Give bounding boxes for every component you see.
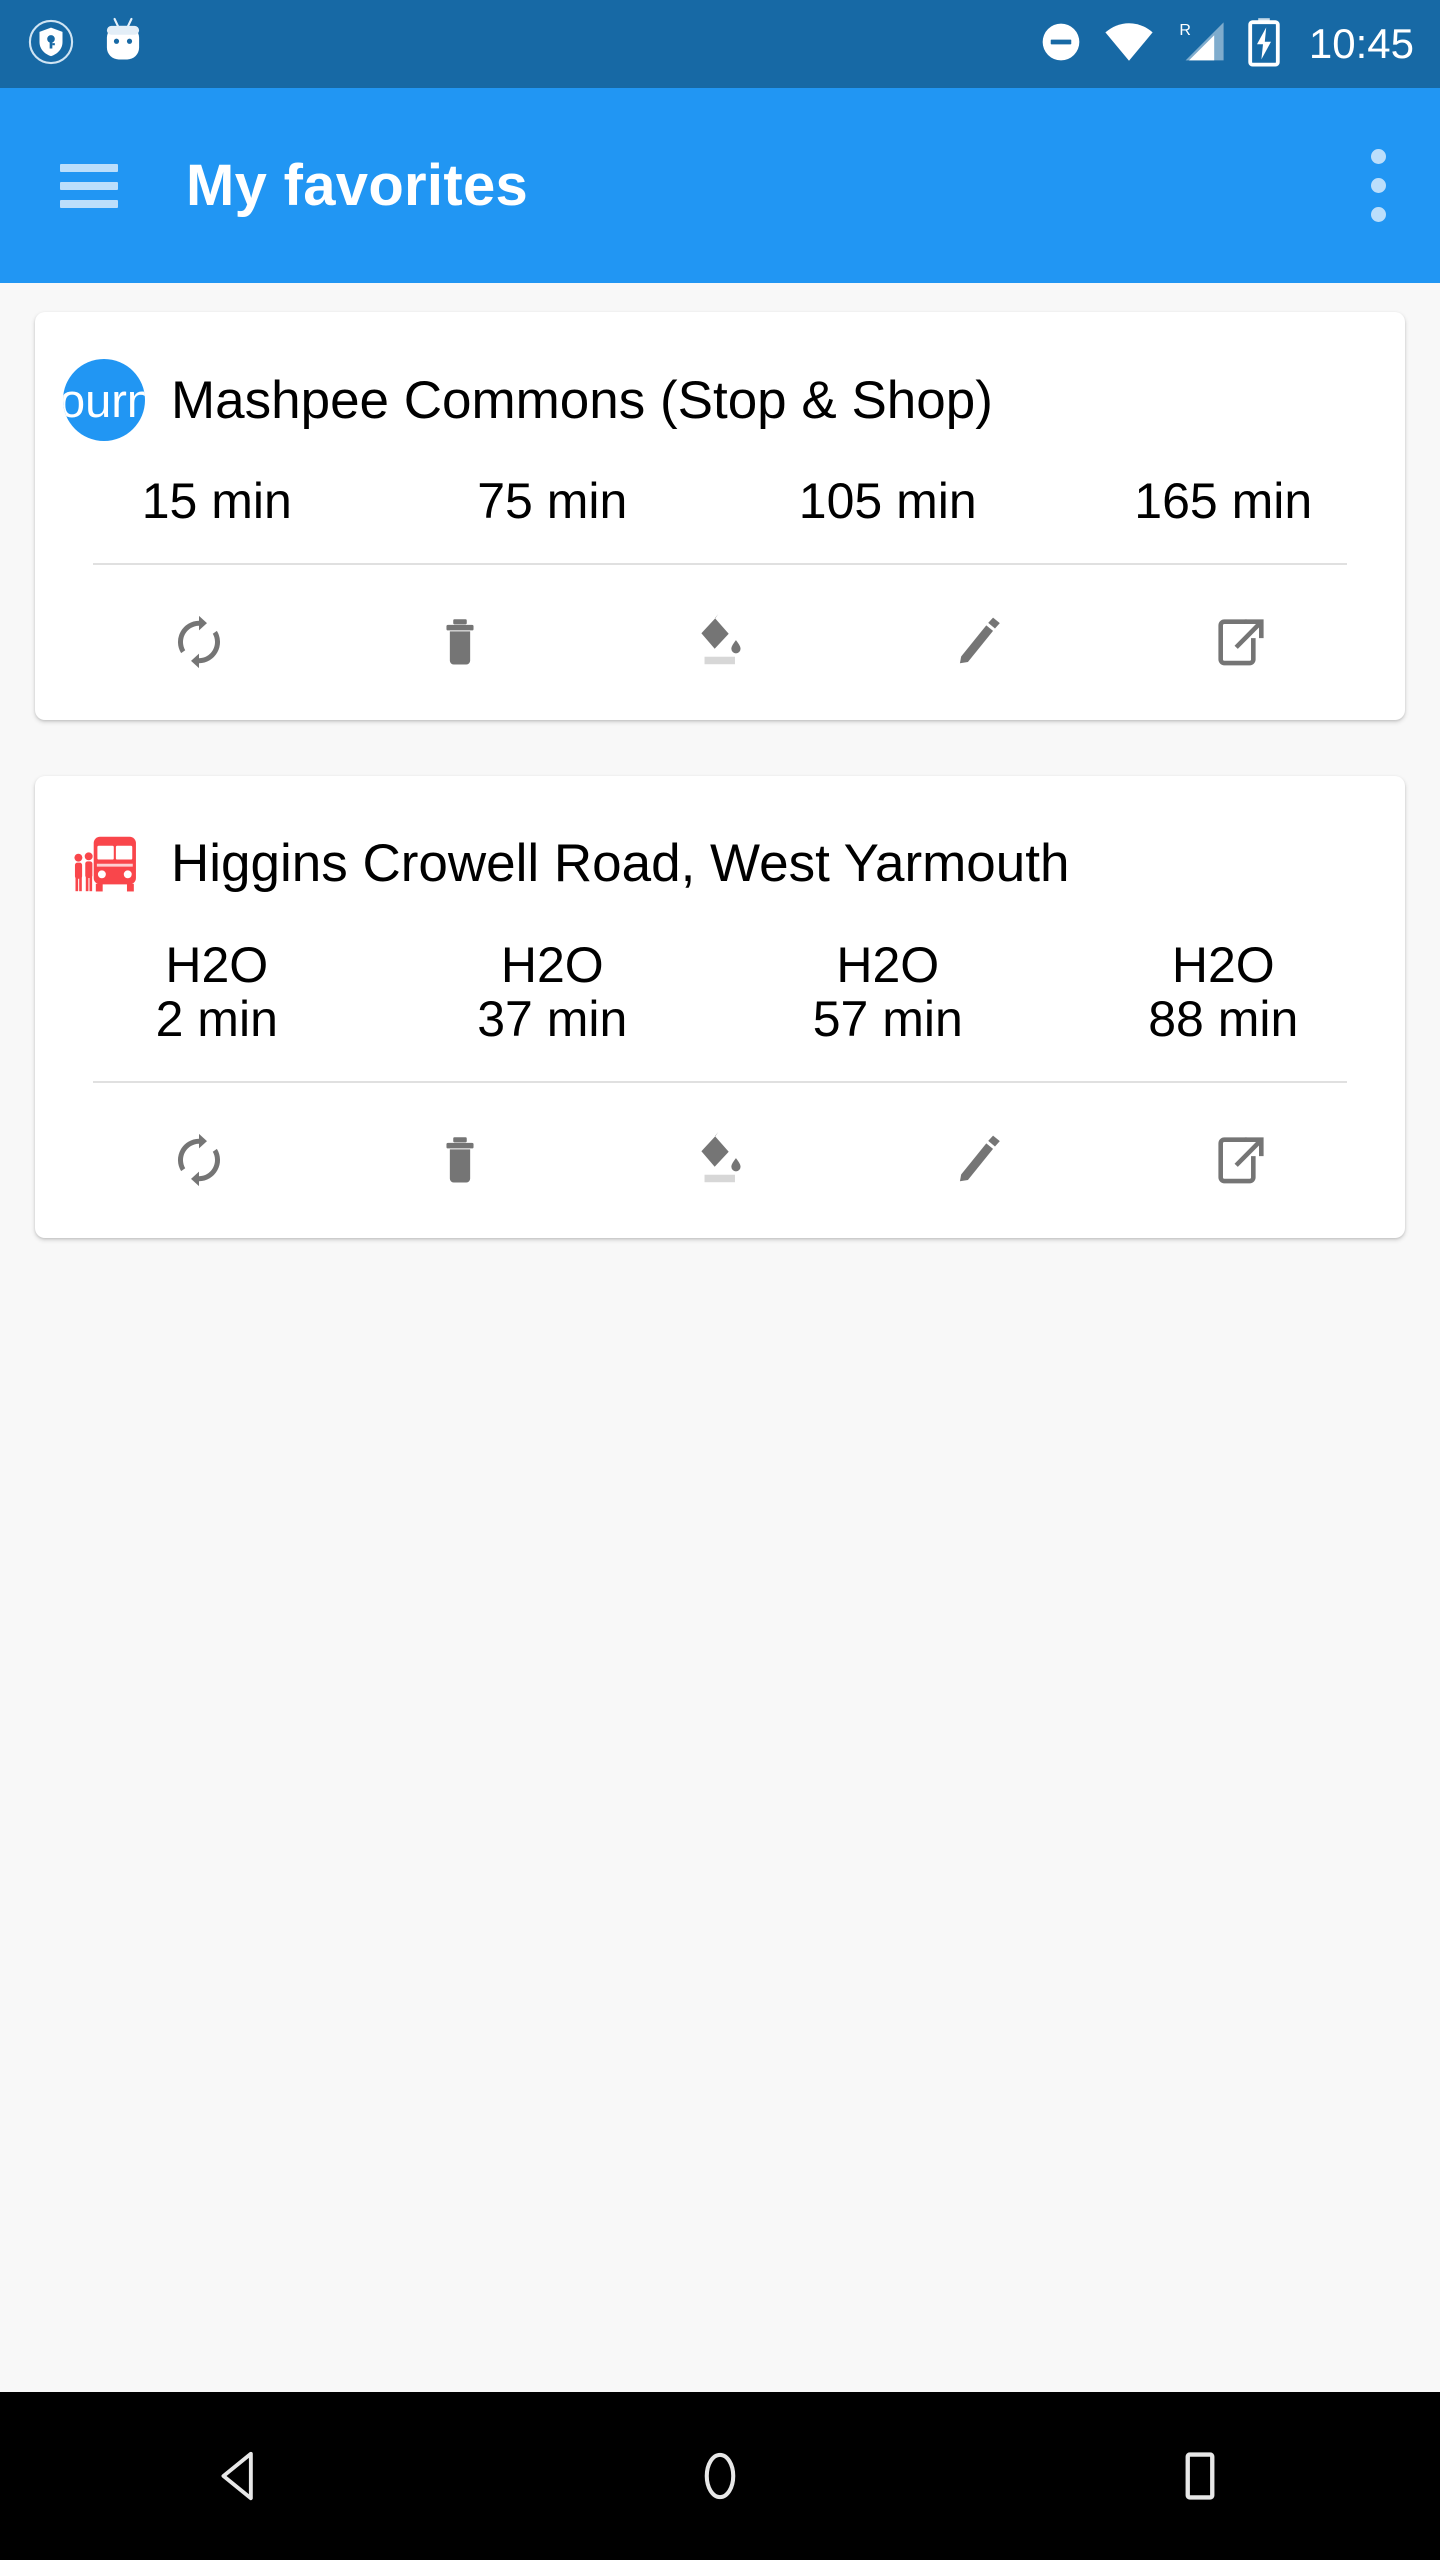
departure-times-row: H2O 2 min H2O 37 min H2O 57 min H2O 88 m… xyxy=(35,936,1405,1047)
svg-text:R: R xyxy=(1179,21,1191,38)
favorites-list: ourn Mashpee Commons (Stop & Shop) 15 mi… xyxy=(0,283,1440,2392)
departure-minutes: 88 min xyxy=(1148,991,1299,1047)
card-actions xyxy=(35,1083,1405,1238)
departure-time: 165 min xyxy=(1056,474,1392,529)
edit-button[interactable] xyxy=(850,1083,1110,1238)
departure-minutes: 37 min xyxy=(477,991,628,1047)
departure-time: 105 min xyxy=(720,474,1056,529)
departure-time: 15 min xyxy=(49,474,385,529)
status-bar-right-icons: R 10:45 xyxy=(1039,17,1414,72)
route-label: H2O xyxy=(836,936,940,993)
departure-minutes: 75 min xyxy=(477,473,628,529)
card-actions xyxy=(35,565,1405,720)
battery-charging-icon xyxy=(1247,17,1281,72)
departure-time: 75 min xyxy=(385,474,721,529)
departure-times-row: 15 min 75 min 105 min 165 min xyxy=(35,474,1405,529)
departure-time: H2O 2 min xyxy=(49,936,385,1047)
android-mascot-icon xyxy=(100,17,146,72)
vpn-key-shield-icon xyxy=(28,19,74,70)
signal-roaming-icon: R xyxy=(1175,18,1227,71)
route-label: H2O xyxy=(1171,936,1275,993)
status-bar: R 10:45 xyxy=(0,0,1440,88)
delete-button[interactable] xyxy=(329,565,589,720)
card-header: Higgins Crowell Road, West Yarmouth xyxy=(35,776,1405,904)
departure-minutes: 57 min xyxy=(812,991,963,1047)
fill-color-button[interactable] xyxy=(590,1083,850,1238)
departure-time: H2O 57 min xyxy=(720,936,1056,1047)
nav-back-button[interactable] xyxy=(0,2445,480,2507)
nav-home-button[interactable] xyxy=(480,2445,960,2507)
hamburger-bar-3 xyxy=(60,199,118,208)
departure-minutes: 15 min xyxy=(141,473,292,529)
departure-minutes: 105 min xyxy=(798,473,977,529)
overflow-dot-1 xyxy=(1370,149,1386,164)
overflow-dot-2 xyxy=(1370,178,1386,193)
avatar: ourn xyxy=(63,359,145,441)
status-bar-left-icons xyxy=(28,17,146,72)
favorite-card[interactable]: Higgins Crowell Road, West Yarmouth H2O … xyxy=(35,775,1405,1238)
refresh-button[interactable] xyxy=(69,1083,329,1238)
overflow-dot-3 xyxy=(1370,207,1386,222)
hamburger-menu-icon[interactable] xyxy=(60,163,118,208)
route-label: H2O xyxy=(500,936,604,993)
more-vert-icon[interactable] xyxy=(1350,131,1406,241)
status-bar-clock: 10:45 xyxy=(1308,20,1414,67)
fill-color-button[interactable] xyxy=(590,565,850,720)
open-in-new-button[interactable] xyxy=(1111,565,1371,720)
do-not-disturb-icon xyxy=(1039,20,1083,69)
departure-time: H2O 37 min xyxy=(385,936,721,1047)
hamburger-bar-1 xyxy=(60,163,118,172)
departure-minutes: 165 min xyxy=(1134,473,1313,529)
nav-recents-button[interactable] xyxy=(960,2445,1440,2507)
hamburger-bar-2 xyxy=(60,181,118,190)
card-title: Mashpee Commons (Stop & Shop) xyxy=(171,370,993,430)
departure-minutes: 2 min xyxy=(155,991,278,1047)
page-title: My favorites xyxy=(186,153,529,218)
wifi-icon xyxy=(1103,20,1155,69)
favorite-card[interactable]: ourn Mashpee Commons (Stop & Shop) 15 mi… xyxy=(35,312,1405,720)
departure-time: H2O 88 min xyxy=(1056,936,1392,1047)
route-label: H2O xyxy=(165,936,269,993)
card-header: ourn Mashpee Commons (Stop & Shop) xyxy=(35,312,1405,441)
bus-stop-icon xyxy=(63,823,145,905)
avatar-label: ourn xyxy=(63,373,145,427)
android-navigation-bar xyxy=(0,2392,1440,2560)
delete-button[interactable] xyxy=(329,1083,589,1238)
card-title: Higgins Crowell Road, West Yarmouth xyxy=(171,834,1070,893)
open-in-new-button[interactable] xyxy=(1111,1083,1371,1238)
refresh-button[interactable] xyxy=(69,565,329,720)
edit-button[interactable] xyxy=(850,565,1110,720)
app-bar: My favorites xyxy=(0,88,1440,283)
